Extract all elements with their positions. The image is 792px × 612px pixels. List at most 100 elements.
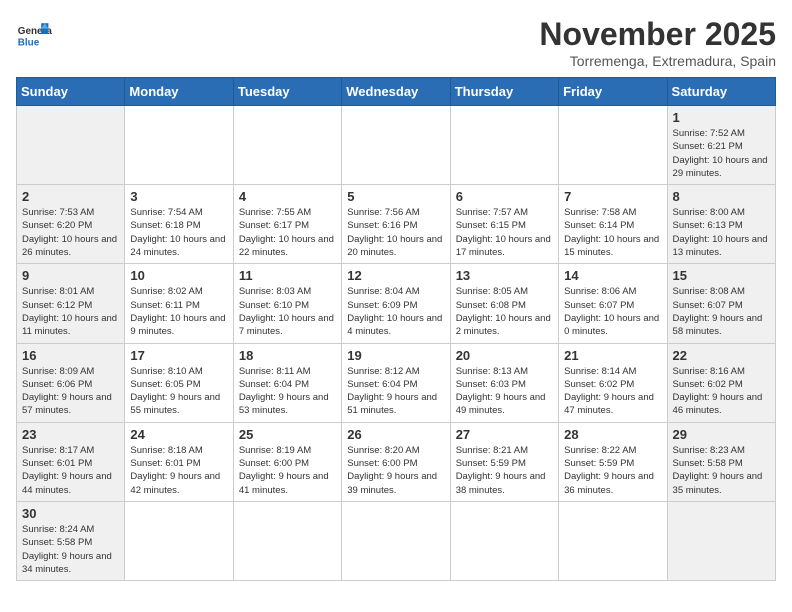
- day-info: Sunrise: 7:57 AM Sunset: 6:15 PM Dayligh…: [456, 206, 553, 259]
- day-info: Sunrise: 7:52 AM Sunset: 6:21 PM Dayligh…: [673, 127, 770, 180]
- calendar-table: SundayMondayTuesdayWednesdayThursdayFrid…: [16, 77, 776, 581]
- day-number: 15: [673, 268, 770, 283]
- day-info: Sunrise: 8:12 AM Sunset: 6:04 PM Dayligh…: [347, 365, 444, 418]
- calendar-cell: [450, 501, 558, 580]
- calendar-week-row: 1 Sunrise: 7:52 AM Sunset: 6:21 PM Daylig…: [17, 106, 776, 185]
- calendar-cell: 16Sunrise: 8:09 AM Sunset: 6:06 PM Dayli…: [17, 343, 125, 422]
- day-number: 1: [673, 110, 770, 125]
- logo: General Blue: [16, 16, 52, 52]
- day-info: Sunrise: 8:09 AM Sunset: 6:06 PM Dayligh…: [22, 365, 119, 418]
- calendar-cell: 22 Sunrise: 8:16 AM Sunset: 6:02 PM Dayli…: [667, 343, 775, 422]
- calendar-cell: 23 Sunrise: 8:17 AM Sunset: 6:01 PM Dayli…: [17, 422, 125, 501]
- calendar-cell: 11 Sunrise: 8:03 AM Sunset: 6:10 PM Dayli…: [233, 264, 341, 343]
- day-info: Sunrise: 7:56 AM Sunset: 6:16 PM Dayligh…: [347, 206, 444, 259]
- day-info: Sunrise: 8:04 AM Sunset: 6:09 PM Dayligh…: [347, 285, 444, 338]
- weekday-header-tuesday: Tuesday: [233, 78, 341, 106]
- day-number: 12: [347, 268, 444, 283]
- calendar-cell: [125, 501, 233, 580]
- day-info: Sunrise: 8:10 AM Sunset: 6:05 PM Dayligh…: [130, 365, 227, 418]
- calendar-cell: [233, 501, 341, 580]
- day-info: Sunrise: 8:14 AM Sunset: 6:02 PM Dayligh…: [564, 365, 661, 418]
- calendar-week-row: 23 Sunrise: 8:17 AM Sunset: 6:01 PM Dayli…: [17, 422, 776, 501]
- calendar-cell: 14 Sunrise: 8:06 AM Sunset: 6:07 PM Dayli…: [559, 264, 667, 343]
- day-number: 6: [456, 189, 553, 204]
- calendar-cell: [17, 106, 125, 185]
- day-number: 4: [239, 189, 336, 204]
- day-info: Sunrise: 8:18 AM Sunset: 6:01 PM Dayligh…: [130, 444, 227, 497]
- calendar-cell: [559, 106, 667, 185]
- day-info: Sunrise: 7:54 AM Sunset: 6:18 PM Dayligh…: [130, 206, 227, 259]
- day-number: 26: [347, 427, 444, 442]
- calendar-cell: 10Sunrise: 8:02 AM Sunset: 6:11 PM Dayli…: [125, 264, 233, 343]
- calendar-cell: 8 Sunrise: 8:00 AM Sunset: 6:13 PM Daylig…: [667, 185, 775, 264]
- svg-text:Blue: Blue: [18, 38, 40, 49]
- calendar-cell: 26 Sunrise: 8:20 AM Sunset: 6:00 PM Dayli…: [342, 422, 450, 501]
- day-info: Sunrise: 8:16 AM Sunset: 6:02 PM Dayligh…: [673, 365, 770, 418]
- weekday-header-sunday: Sunday: [17, 78, 125, 106]
- page-header: General Blue November 2025 Torremenga, E…: [16, 16, 776, 69]
- day-info: Sunrise: 8:01 AM Sunset: 6:12 PM Dayligh…: [22, 285, 119, 338]
- day-info: Sunrise: 8:00 AM Sunset: 6:13 PM Dayligh…: [673, 206, 770, 259]
- day-info: Sunrise: 7:53 AM Sunset: 6:20 PM Dayligh…: [22, 206, 119, 259]
- day-info: Sunrise: 8:19 AM Sunset: 6:00 PM Dayligh…: [239, 444, 336, 497]
- weekday-header-saturday: Saturday: [667, 78, 775, 106]
- weekday-header-friday: Friday: [559, 78, 667, 106]
- day-number: 9: [22, 268, 119, 283]
- calendar-cell: 9 Sunrise: 8:01 AM Sunset: 6:12 PM Daylig…: [17, 264, 125, 343]
- calendar-cell: [559, 501, 667, 580]
- day-number: 3: [130, 189, 227, 204]
- calendar-subtitle: Torremenga, Extremadura, Spain: [539, 53, 776, 69]
- calendar-week-row: 30Sunrise: 8:24 AM Sunset: 5:58 PM Dayli…: [17, 501, 776, 580]
- calendar-cell: 13Sunrise: 8:05 AM Sunset: 6:08 PM Dayli…: [450, 264, 558, 343]
- calendar-cell: 12 Sunrise: 8:04 AM Sunset: 6:09 PM Dayli…: [342, 264, 450, 343]
- day-number: 10: [130, 268, 227, 283]
- day-number: 17: [130, 348, 227, 363]
- day-number: 2: [22, 189, 119, 204]
- calendar-cell: 28 Sunrise: 8:22 AM Sunset: 5:59 PM Dayli…: [559, 422, 667, 501]
- day-info: Sunrise: 8:22 AM Sunset: 5:59 PM Dayligh…: [564, 444, 661, 497]
- calendar-cell: 27Sunrise: 8:21 AM Sunset: 5:59 PM Dayli…: [450, 422, 558, 501]
- day-info: Sunrise: 8:24 AM Sunset: 5:58 PM Dayligh…: [22, 523, 119, 576]
- day-number: 11: [239, 268, 336, 283]
- day-number: 18: [239, 348, 336, 363]
- calendar-cell: [450, 106, 558, 185]
- day-number: 5: [347, 189, 444, 204]
- calendar-cell: 2 Sunrise: 7:53 AM Sunset: 6:20 PM Daylig…: [17, 185, 125, 264]
- day-info: Sunrise: 7:58 AM Sunset: 6:14 PM Dayligh…: [564, 206, 661, 259]
- day-info: Sunrise: 8:13 AM Sunset: 6:03 PM Dayligh…: [456, 365, 553, 418]
- day-info: Sunrise: 8:05 AM Sunset: 6:08 PM Dayligh…: [456, 285, 553, 338]
- calendar-cell: 6 Sunrise: 7:57 AM Sunset: 6:15 PM Daylig…: [450, 185, 558, 264]
- calendar-cell: 24 Sunrise: 8:18 AM Sunset: 6:01 PM Dayli…: [125, 422, 233, 501]
- calendar-cell: 4Sunrise: 7:55 AM Sunset: 6:17 PM Daylig…: [233, 185, 341, 264]
- day-number: 23: [22, 427, 119, 442]
- calendar-cell: 17 Sunrise: 8:10 AM Sunset: 6:05 PM Dayli…: [125, 343, 233, 422]
- calendar-week-row: 16Sunrise: 8:09 AM Sunset: 6:06 PM Dayli…: [17, 343, 776, 422]
- day-number: 25: [239, 427, 336, 442]
- day-info: Sunrise: 8:03 AM Sunset: 6:10 PM Dayligh…: [239, 285, 336, 338]
- day-number: 7: [564, 189, 661, 204]
- logo-icon: General Blue: [16, 16, 52, 52]
- day-info: Sunrise: 8:20 AM Sunset: 6:00 PM Dayligh…: [347, 444, 444, 497]
- calendar-cell: 21Sunrise: 8:14 AM Sunset: 6:02 PM Dayli…: [559, 343, 667, 422]
- title-block: November 2025 Torremenga, Extremadura, S…: [539, 16, 776, 69]
- day-number: 22: [673, 348, 770, 363]
- calendar-cell: 15 Sunrise: 8:08 AM Sunset: 6:07 PM Dayli…: [667, 264, 775, 343]
- calendar-cell: 5 Sunrise: 7:56 AM Sunset: 6:16 PM Daylig…: [342, 185, 450, 264]
- day-number: 20: [456, 348, 553, 363]
- day-number: 29: [673, 427, 770, 442]
- day-number: 14: [564, 268, 661, 283]
- day-info: Sunrise: 8:17 AM Sunset: 6:01 PM Dayligh…: [22, 444, 119, 497]
- day-info: Sunrise: 8:21 AM Sunset: 5:59 PM Dayligh…: [456, 444, 553, 497]
- calendar-cell: 25 Sunrise: 8:19 AM Sunset: 6:00 PM Dayli…: [233, 422, 341, 501]
- day-info: Sunrise: 8:06 AM Sunset: 6:07 PM Dayligh…: [564, 285, 661, 338]
- day-number: 19: [347, 348, 444, 363]
- day-info: Sunrise: 8:08 AM Sunset: 6:07 PM Dayligh…: [673, 285, 770, 338]
- day-number: 24: [130, 427, 227, 442]
- day-number: 28: [564, 427, 661, 442]
- weekday-header-thursday: Thursday: [450, 78, 558, 106]
- calendar-week-row: 2 Sunrise: 7:53 AM Sunset: 6:20 PM Daylig…: [17, 185, 776, 264]
- calendar-week-row: 9 Sunrise: 8:01 AM Sunset: 6:12 PM Daylig…: [17, 264, 776, 343]
- day-number: 8: [673, 189, 770, 204]
- day-info: Sunrise: 8:11 AM Sunset: 6:04 PM Dayligh…: [239, 365, 336, 418]
- calendar-cell: 19 Sunrise: 8:12 AM Sunset: 6:04 PM Dayli…: [342, 343, 450, 422]
